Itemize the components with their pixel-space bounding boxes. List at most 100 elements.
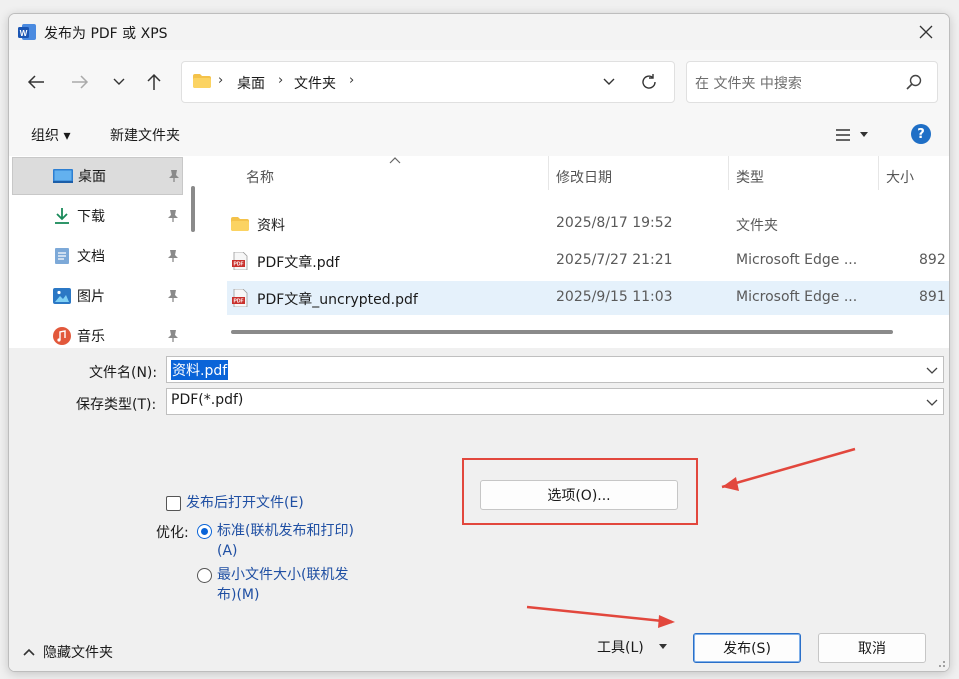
list-view-icon: [836, 129, 850, 141]
filetype-value: PDF(*.pdf): [171, 392, 244, 408]
file-size: 891: [919, 289, 946, 305]
filename-label: 文件名(N):: [89, 365, 158, 381]
pin-icon: [168, 250, 178, 262]
publish-button[interactable]: 发布(S): [693, 633, 801, 663]
back-button[interactable]: [21, 67, 51, 97]
sidebar-item-music[interactable]: 音乐: [12, 317, 183, 348]
file-name: PDF文章_uncrypted.pdf: [257, 292, 418, 308]
pin-icon: [168, 290, 178, 302]
caret-down-icon: [860, 132, 868, 137]
refresh-button[interactable]: [638, 71, 660, 93]
sidebar-item-pictures[interactable]: 图片: [12, 277, 183, 315]
organize-menu[interactable]: 组织 ▾: [31, 125, 70, 145]
file-date: 2025/7/27 21:21: [556, 252, 673, 268]
folder-icon: [193, 74, 211, 88]
publish-dialog: W 发布为 PDF 或 XPS › 桌面 › 文件夹 › 在 文件夹 中搜索 组…: [8, 13, 950, 672]
chevron-down-icon[interactable]: [925, 363, 939, 377]
file-list: 名称 修改日期 类型 大小 资料 2025/8/17 19:52 文件夹 PDF…: [209, 156, 949, 348]
optimize-standard-radio[interactable]: [197, 524, 212, 539]
optimize-standard-label-line2[interactable]: (A): [217, 541, 238, 561]
sidebar-item-downloads[interactable]: 下载: [12, 197, 183, 235]
file-type: Microsoft Edge ...: [736, 289, 858, 305]
sidebar-item-label: 图片: [77, 289, 105, 305]
svg-text:PDF: PDF: [234, 262, 244, 268]
column-header-date[interactable]: 修改日期: [556, 162, 612, 192]
file-type: 文件夹: [736, 218, 778, 234]
open-after-publish-label[interactable]: 发布后打开文件(E): [186, 493, 304, 513]
cancel-button[interactable]: 取消: [818, 633, 926, 663]
breadcrumb-item[interactable]: 文件夹: [294, 73, 336, 93]
arrow-left-icon: [27, 75, 44, 89]
file-row[interactable]: PDF PDF文章_uncrypted.pdf 2025/9/15 11:03 …: [227, 281, 949, 315]
optimize-standard-label[interactable]: 标准(联机发布和打印): [217, 521, 354, 541]
sidebar-item-documents[interactable]: 文档: [12, 237, 183, 275]
caret-down-icon: [658, 644, 667, 649]
arrow-up-icon: [147, 73, 161, 90]
file-date: 2025/9/15 11:03: [556, 289, 673, 305]
sidebar-item-label: 音乐: [77, 329, 105, 345]
horizontal-scrollbar[interactable]: [231, 330, 893, 334]
close-button[interactable]: [903, 14, 949, 50]
up-button[interactable]: [139, 67, 169, 97]
breadcrumb-item[interactable]: 桌面: [237, 73, 265, 93]
column-header-name[interactable]: 名称: [246, 162, 274, 192]
optimize-minimum-label-line2[interactable]: 布)(M): [217, 585, 259, 605]
chevron-down-icon[interactable]: [925, 395, 939, 409]
sidebar-scrollbar[interactable]: [191, 186, 195, 232]
file-size: 892: [919, 252, 946, 268]
pdf-icon: PDF: [232, 252, 248, 270]
dialog-footer: 隐藏文件夹 工具(L) 发布(S) 取消: [9, 610, 949, 671]
tools-label: 工具(L): [597, 640, 644, 656]
change-view-button[interactable]: [835, 124, 881, 146]
pdf-icon: PDF: [232, 289, 248, 307]
column-divider[interactable]: [878, 156, 879, 190]
search-icon: [906, 74, 922, 90]
file-date: 2025/8/17 19:52: [556, 215, 673, 231]
file-row[interactable]: PDF PDF文章.pdf 2025/7/27 21:21 Microsoft …: [227, 244, 949, 278]
open-after-publish-checkbox[interactable]: [166, 496, 181, 511]
svg-text:W: W: [20, 29, 28, 38]
pin-icon: [169, 170, 179, 182]
new-folder-button[interactable]: 新建文件夹: [110, 125, 180, 145]
sidebar-item-desktop[interactable]: 桌面: [12, 157, 183, 195]
search-box[interactable]: 在 文件夹 中搜索: [686, 61, 938, 103]
save-options-area: 文件名(N): 资料.pdf 保存类型(T): PDF(*.pdf) 发布后打开…: [9, 348, 949, 671]
title-bar: W 发布为 PDF 或 XPS: [9, 14, 949, 50]
breadcrumb-separator: ›: [218, 73, 224, 88]
optimize-label: 优化:: [156, 525, 189, 541]
chevron-up-icon: [23, 648, 35, 656]
help-button[interactable]: ?: [911, 124, 931, 144]
file-type: Microsoft Edge ...: [736, 252, 858, 268]
address-bar[interactable]: › 桌面 › 文件夹 ›: [181, 61, 675, 103]
sort-ascending-icon: [389, 157, 401, 164]
column-header-size[interactable]: 大小: [886, 162, 914, 192]
sidebar-item-label: 桌面: [78, 169, 106, 185]
column-header-type[interactable]: 类型: [736, 162, 764, 192]
breadcrumb-separator: ›: [349, 73, 355, 88]
close-icon: [919, 25, 933, 39]
picture-icon: [52, 286, 72, 306]
file-row[interactable]: 资料 2025/8/17 19:52 文件夹: [227, 207, 949, 241]
file-name: PDF文章.pdf: [257, 255, 340, 271]
refresh-icon: [642, 74, 656, 89]
forward-button[interactable]: [65, 67, 95, 97]
sidebar-item-label: 下载: [77, 209, 105, 225]
navigation-pane: 桌面 下载 文档 图片 音乐: [9, 156, 205, 348]
column-divider[interactable]: [728, 156, 729, 190]
hide-folders-label: 隐藏文件夹: [43, 645, 113, 661]
optimize-minimum-label[interactable]: 最小文件大小(联机发: [217, 565, 348, 585]
tools-menu[interactable]: 工具(L): [597, 637, 668, 657]
music-icon: [52, 326, 72, 346]
resize-grip-icon[interactable]: [934, 656, 946, 668]
document-icon: [52, 246, 72, 266]
options-button[interactable]: 选项(O)...: [480, 480, 678, 510]
recent-locations-button[interactable]: [104, 67, 134, 97]
arrow-right-icon: [72, 75, 89, 89]
filetype-label: 保存类型(T):: [76, 397, 157, 413]
filename-input[interactable]: 资料.pdf: [166, 356, 944, 383]
filetype-select[interactable]: PDF(*.pdf): [166, 388, 944, 415]
hide-folders-button[interactable]: 隐藏文件夹: [23, 642, 113, 662]
address-history-button[interactable]: [598, 71, 620, 93]
optimize-minimum-radio[interactable]: [197, 568, 212, 583]
column-divider[interactable]: [548, 156, 549, 190]
